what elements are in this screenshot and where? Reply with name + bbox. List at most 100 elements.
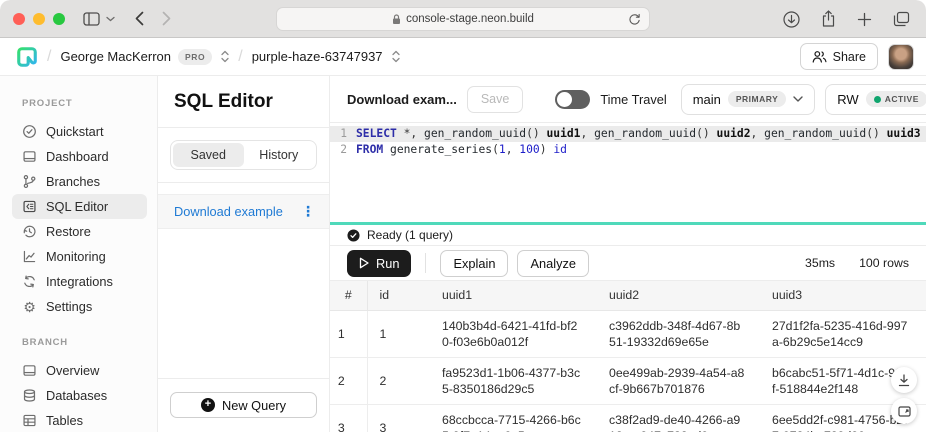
org-plan-badge: PRO: [178, 49, 212, 65]
column-header-hash[interactable]: #: [330, 281, 367, 310]
breadcrumb-separator: /: [238, 48, 242, 66]
sql-code-editor[interactable]: 1 SELECT *, gen_random_uuid() uuid1, gen…: [330, 123, 926, 222]
sidebar-item-label: SQL Editor: [46, 199, 108, 214]
new-tab-icon[interactable]: [857, 12, 872, 27]
branch-primary-badge: PRIMARY: [728, 91, 786, 107]
cell-uuid1: 140b3b4d-6421-41fd-bf20-f03e6b0a012f: [442, 318, 583, 350]
sidebar-item-databases[interactable]: Databases: [12, 383, 147, 408]
close-window-button[interactable]: [13, 13, 25, 25]
saved-query-item[interactable]: Download example ⋮: [158, 194, 329, 229]
saved-history-tabs: Saved History: [170, 140, 317, 170]
cell-row-number: 3: [330, 404, 367, 432]
query-duration: 35ms: [805, 256, 835, 270]
share-icon[interactable]: [821, 10, 836, 28]
analyze-button[interactable]: Analyze: [517, 250, 589, 277]
overview-icon: [22, 363, 37, 378]
zoom-window-button[interactable]: [53, 13, 65, 25]
table-row[interactable]: 1 1 140b3b4d-6421-41fd-bf20-f03e6b0a012f…: [330, 310, 926, 357]
reload-icon[interactable]: [628, 12, 641, 27]
database-icon: [22, 388, 37, 403]
lock-icon: [392, 14, 401, 25]
app-header: / George MacKerron PRO / purple-haze-637…: [0, 38, 926, 76]
project-name: purple-haze-63747937: [252, 49, 383, 64]
code-line-1[interactable]: 1 SELECT *, gen_random_uuid() uuid1, gen…: [330, 126, 926, 142]
kebab-menu-icon[interactable]: ⋮: [301, 203, 315, 220]
time-travel-toggle[interactable]: [555, 90, 590, 109]
sidebar-item-monitoring[interactable]: Monitoring: [12, 244, 147, 269]
query-title[interactable]: Download exam...: [347, 92, 457, 107]
sidebar-item-label: Tables: [46, 413, 83, 428]
table-header-row: # id uuid1 uuid2 uuid3: [330, 281, 926, 310]
sidebar-item-label: Settings: [46, 299, 92, 314]
chevron-down-icon[interactable]: [106, 16, 115, 22]
minimize-window-button[interactable]: [33, 13, 45, 25]
results-table-container: # id uuid1 uuid2 uuid3 1 1 140b3b4d-6421…: [330, 281, 926, 432]
new-query-button[interactable]: + New Query: [170, 392, 317, 418]
sidebar-item-dashboard[interactable]: Dashboard: [12, 144, 147, 169]
cell-uuid2: c3962ddb-348f-4d67-8b51-19332d69e65e: [609, 318, 746, 350]
sidebar-item-overview[interactable]: Overview: [12, 358, 147, 383]
download-results-button[interactable]: [891, 367, 917, 393]
run-button[interactable]: Run: [347, 250, 411, 277]
sidebar: PROJECT Quickstart Dashboard Branches SQ…: [0, 76, 158, 432]
table-row[interactable]: 3 3 68ccbcca-7715-4266-b6c5-9f7a14ea6e5e…: [330, 404, 926, 432]
sidebar-item-sql-editor[interactable]: SQL Editor: [12, 194, 147, 219]
sidebar-item-integrations[interactable]: Integrations: [12, 269, 147, 294]
downloads-icon[interactable]: [783, 11, 800, 28]
table-row[interactable]: 2 2 fa9523d1-1b06-4377-b3c5-8350186d29c5…: [330, 357, 926, 404]
project-selector[interactable]: purple-haze-63747937: [252, 49, 400, 64]
save-button[interactable]: Save: [467, 86, 524, 113]
code-line-2[interactable]: 2 FROM generate_series(1, 100) id: [330, 142, 926, 158]
editor-topbar: Download exam... Save Time Travel main P…: [330, 76, 926, 123]
user-avatar[interactable]: [888, 44, 914, 70]
cell-id: 3: [367, 404, 430, 432]
address-bar[interactable]: console-stage.neon.build: [276, 7, 650, 31]
line-number: 2: [330, 142, 356, 158]
gear-icon: ⚙: [22, 299, 37, 314]
sidebar-item-settings[interactable]: ⚙ Settings: [12, 294, 147, 319]
browser-chrome: console-stage.neon.build: [0, 0, 926, 38]
column-header-uuid1[interactable]: uuid1: [430, 281, 597, 310]
sidebar-item-quickstart[interactable]: Quickstart: [12, 119, 147, 144]
expand-results-button[interactable]: [891, 398, 917, 424]
column-header-uuid2[interactable]: uuid2: [597, 281, 760, 310]
saved-query-name[interactable]: Download example: [174, 204, 283, 219]
chart-icon: [22, 249, 37, 264]
compute-select[interactable]: RW ACTIVE: [825, 84, 926, 115]
explain-button[interactable]: Explain: [440, 250, 508, 277]
column-header-id[interactable]: id: [367, 281, 430, 310]
line-number: 1: [330, 126, 356, 142]
traffic-lights: [13, 13, 65, 25]
tab-saved[interactable]: Saved: [173, 143, 244, 167]
back-icon[interactable]: [135, 11, 144, 26]
time-travel-label: Time Travel: [600, 92, 666, 107]
share-button-label: Share: [833, 50, 866, 64]
chevron-down-icon: [793, 96, 803, 102]
divider: [425, 253, 426, 273]
org-name: George MacKerron: [60, 49, 171, 64]
org-selector[interactable]: George MacKerron PRO: [60, 49, 229, 65]
neon-logo[interactable]: [16, 46, 38, 68]
ready-check-icon: [347, 229, 360, 242]
column-header-uuid3[interactable]: uuid3: [760, 281, 926, 310]
tab-history[interactable]: History: [244, 143, 315, 167]
sidebar-item-branches[interactable]: Branches: [12, 169, 147, 194]
cell-id: 1: [367, 310, 430, 357]
sql-editor-icon: [22, 199, 37, 214]
updown-chevron-icon: [392, 50, 400, 63]
cell-row-number: 1: [330, 310, 367, 357]
cell-uuid2: c38f2ad9-de40-4266-a918-ae947c732ed0: [609, 412, 746, 432]
tab-overview-icon[interactable]: [893, 11, 910, 27]
branch-select[interactable]: main PRIMARY: [681, 84, 816, 115]
compute-active-badge: ACTIVE: [866, 91, 926, 107]
sidebar-toggle-icon[interactable]: [83, 12, 100, 26]
history-clock-icon: [22, 224, 37, 239]
sidebar-item-restore[interactable]: Restore: [12, 219, 147, 244]
sidebar-item-tables[interactable]: Tables: [12, 408, 147, 432]
queries-panel: SQL Editor Saved History Download exampl…: [158, 76, 330, 432]
share-button[interactable]: Share: [800, 43, 878, 70]
page-title: SQL Editor: [158, 76, 329, 127]
forward-icon[interactable]: [162, 11, 171, 26]
cell-row-number: 2: [330, 357, 367, 404]
cell-id: 2: [367, 357, 430, 404]
